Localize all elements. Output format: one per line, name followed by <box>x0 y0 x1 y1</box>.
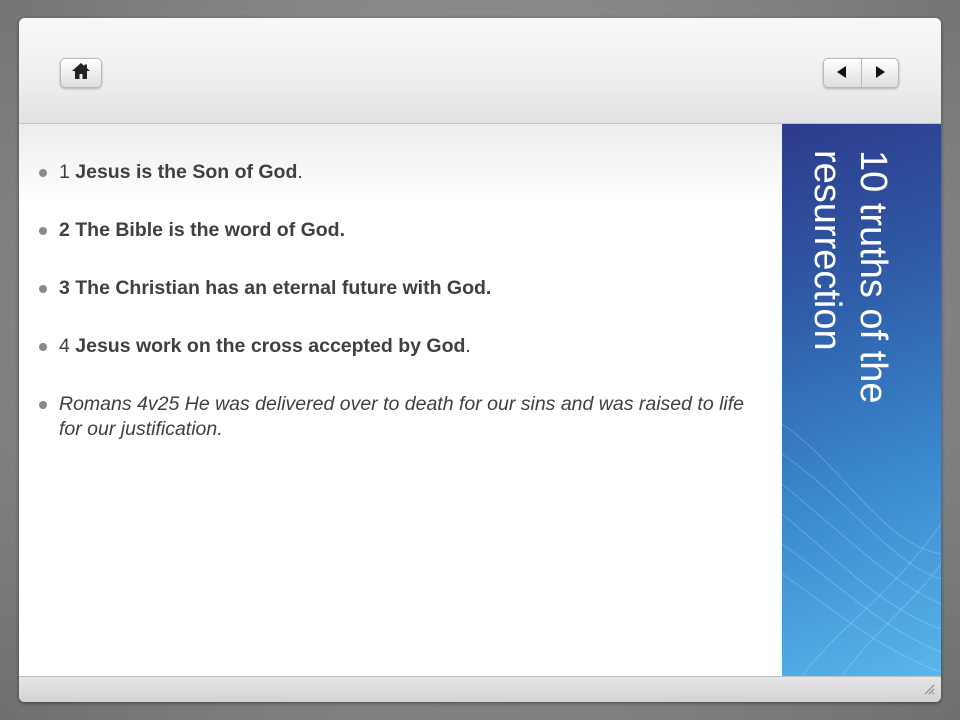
home-button[interactable] <box>60 58 102 88</box>
bullet-bold-text: 2 The Bible is the word of God. <box>59 219 346 241</box>
bullet-item: 3 The Christian has an eternal future wi… <box>39 276 769 301</box>
resize-grip-icon[interactable] <box>923 680 935 699</box>
bullet-item: Romans 4v25 He was delivered over to dea… <box>39 392 769 442</box>
bullet-item: 4 Jesus work on the cross accepted by Go… <box>39 334 769 359</box>
slide-nav-buttons <box>823 58 899 88</box>
bullet-list: 1 Jesus is the Son of God. 2 The Bible i… <box>39 160 769 475</box>
bullet-scripture-text: Romans 4v25 He was delivered over to dea… <box>59 393 745 440</box>
bottom-status-bar <box>19 676 941 702</box>
next-slide-button[interactable] <box>861 59 898 87</box>
bullet-number: 4 <box>59 335 76 357</box>
slide-frame: 1 Jesus is the Son of God. 2 The Bible i… <box>19 18 941 702</box>
slide-title: 10 truths of the resurrection <box>806 150 894 404</box>
previous-slide-button[interactable] <box>824 59 861 87</box>
arrow-right-icon <box>873 64 887 83</box>
bullet-end: . <box>297 161 303 183</box>
bullet-item: 1 Jesus is the Son of God. <box>39 160 769 185</box>
arrow-left-icon <box>835 64 849 83</box>
bullet-end: . <box>465 335 471 357</box>
home-icon <box>71 62 91 84</box>
bullet-item: 2 The Bible is the word of God. <box>39 218 769 243</box>
slide-content: 1 Jesus is the Son of God. 2 The Bible i… <box>19 124 782 676</box>
bullet-bold-text: Jesus work on the cross accepted by God <box>75 335 466 357</box>
bullet-bold-text: Jesus is the Son of God <box>75 161 298 183</box>
title-sidebar: 10 truths of the resurrection <box>782 124 941 676</box>
bullet-bold-text: 3 The Christian has an eternal future wi… <box>59 277 492 299</box>
top-toolbar <box>19 18 941 124</box>
bullet-number: 1 <box>59 161 76 183</box>
